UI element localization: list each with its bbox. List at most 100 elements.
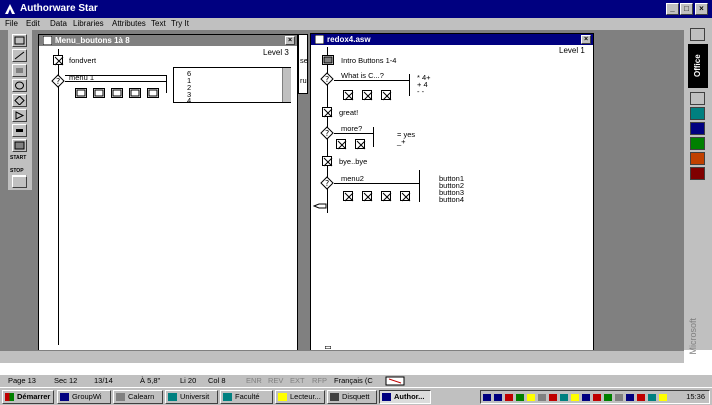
flowline-window-right: redox4.asw × Level 1 Intro Buttons 1-4 ?… [310, 33, 594, 351]
office-shortcut-1-icon[interactable] [690, 92, 705, 105]
window-left-level: Level 3 [263, 48, 289, 57]
status-rfp[interactable]: RFP [312, 376, 327, 386]
menu2-interaction-icon[interactable]: ? [320, 176, 334, 190]
what-branch-3-icon[interactable] [381, 90, 392, 101]
menu2-branch-return [419, 170, 420, 202]
great-display-icon[interactable] [322, 107, 333, 118]
authorware-logo-icon [5, 4, 15, 14]
svg-text:?: ? [325, 179, 329, 188]
what-value-3: - - [417, 87, 425, 96]
status-language[interactable]: Français (C [334, 376, 373, 386]
spellcheck-book-icon[interactable] [385, 376, 405, 386]
status-enr[interactable]: ENR [246, 376, 262, 386]
taskbar-authorware-label: Author... [394, 392, 425, 401]
windows-logo-icon [5, 393, 14, 401]
more-label: more? [341, 124, 363, 133]
panel-scrollbar[interactable] [282, 68, 291, 102]
close-button[interactable]: × [695, 3, 708, 15]
menu2-button-1-icon[interactable] [343, 191, 354, 202]
menu-try-it[interactable]: Try It [171, 19, 189, 28]
window-left-close-button[interactable]: × [285, 36, 295, 45]
menu1-button-5-icon[interactable] [147, 88, 159, 98]
more-interaction-icon[interactable]: ? [320, 126, 334, 140]
taskbar-universit-label: Universit [180, 392, 210, 401]
start-button[interactable]: Démarrer [2, 390, 54, 404]
maximize-button[interactable]: □ [680, 3, 693, 15]
wait-tool-icon[interactable] [12, 79, 27, 92]
menu1-interaction-icon[interactable]: ? [51, 74, 65, 88]
what-branch-1-icon[interactable] [343, 90, 354, 101]
window-right-close-button[interactable]: × [581, 35, 591, 44]
menu1-button-4-icon[interactable] [129, 88, 141, 98]
menu2-button-3-icon[interactable] [381, 191, 392, 202]
menu-bar: File Edit Data Libraries Attributes Text… [0, 18, 684, 30]
what-branch-2-icon[interactable] [362, 90, 373, 101]
menu-text[interactable]: Text [151, 19, 166, 28]
menu-file[interactable]: File [5, 19, 18, 28]
taskbar-faculte-label: Faculté [235, 392, 260, 401]
taskbar-lecteur[interactable]: Lecteur... [275, 390, 325, 404]
window-right-title: redox4.asw [327, 35, 371, 44]
end-flowline-icon [325, 346, 331, 349]
menu2-branch-line [334, 183, 420, 184]
menu1-button-1-icon[interactable] [75, 88, 87, 98]
office-shortcut-2-icon[interactable] [690, 107, 705, 120]
menu-data[interactable]: Data [50, 19, 67, 28]
window-left-title: Menu_boutons 1à 8 [55, 36, 130, 45]
word-icon[interactable] [690, 122, 705, 135]
menu2-button-2-icon[interactable] [362, 191, 373, 202]
menu1-button-2-icon[interactable] [93, 88, 105, 98]
what-interaction-icon[interactable]: ? [320, 72, 334, 86]
display-tool-icon[interactable] [12, 34, 27, 47]
bye-label: bye..bye [339, 157, 368, 166]
window-left-title-bar: Menu_boutons 1à 8 × [39, 35, 297, 46]
taskbar-universit[interactable]: Universit [165, 390, 218, 404]
word-document-strip [0, 363, 684, 375]
menu-attributes[interactable]: Attributes [112, 19, 146, 28]
office-folder-icon[interactable] [690, 28, 705, 41]
taskbar-groupwise-label: GroupWi [72, 392, 102, 401]
minimize-button[interactable]: _ [666, 3, 679, 15]
tray-icons[interactable] [483, 393, 673, 402]
app-title: Authorware Star [20, 3, 98, 14]
taskbar-authorware[interactable]: Author... [379, 390, 431, 404]
paste-hand-icon[interactable] [313, 202, 327, 210]
menu-edit[interactable]: Edit [26, 19, 40, 28]
sound-tool-icon[interactable] [12, 176, 27, 188]
status-ext[interactable]: EXT [290, 376, 305, 386]
more-branch-1-icon[interactable] [336, 139, 347, 150]
menu-libraries[interactable]: Libraries [73, 19, 104, 28]
intro-map-icon[interactable] [322, 55, 334, 65]
word-formatting-toolbar [0, 350, 684, 363]
status-at: À 5,8" [140, 376, 161, 385]
menu1-response-panel[interactable]: 6 1 2 3 4 [173, 67, 291, 105]
more-branch-2-icon[interactable] [355, 139, 366, 150]
menu1-button-3-icon[interactable] [111, 88, 123, 98]
menu2-label: menu2 [341, 174, 364, 183]
menu2-button-4-icon[interactable] [400, 191, 411, 202]
taskbar-faculte[interactable]: Faculté [220, 390, 273, 404]
status-column: Col 8 [208, 376, 226, 385]
menu1-branch-line [65, 81, 167, 82]
erase-tool-icon[interactable] [12, 64, 27, 77]
calculation-tool-icon[interactable] [12, 124, 27, 137]
bye-display-icon[interactable] [322, 156, 333, 167]
start-flag-label: START [10, 155, 27, 161]
access-icon[interactable] [690, 167, 705, 180]
svg-text:?: ? [325, 75, 329, 84]
taskbar-calearn[interactable]: Calearn [113, 390, 163, 404]
excel-icon[interactable] [690, 137, 705, 150]
decision-tool-icon[interactable] [12, 94, 27, 107]
fondvert-display-icon[interactable] [53, 55, 64, 66]
animation-tool-icon[interactable] [12, 49, 27, 62]
status-rev[interactable]: REV [268, 376, 283, 386]
svg-text:?: ? [56, 77, 60, 86]
taskbar-disquett[interactable]: Disquett [327, 390, 377, 404]
map-tool-icon[interactable] [12, 139, 27, 152]
interaction-tool-icon[interactable] [12, 109, 27, 122]
powerpoint-icon[interactable] [690, 152, 705, 165]
system-tray: 15:36 [480, 390, 710, 404]
taskbar-groupwise[interactable]: GroupWi [57, 390, 111, 404]
window-middle-fragment[interactable]: se ru [298, 34, 308, 94]
window-right-doc-icon [315, 35, 324, 44]
